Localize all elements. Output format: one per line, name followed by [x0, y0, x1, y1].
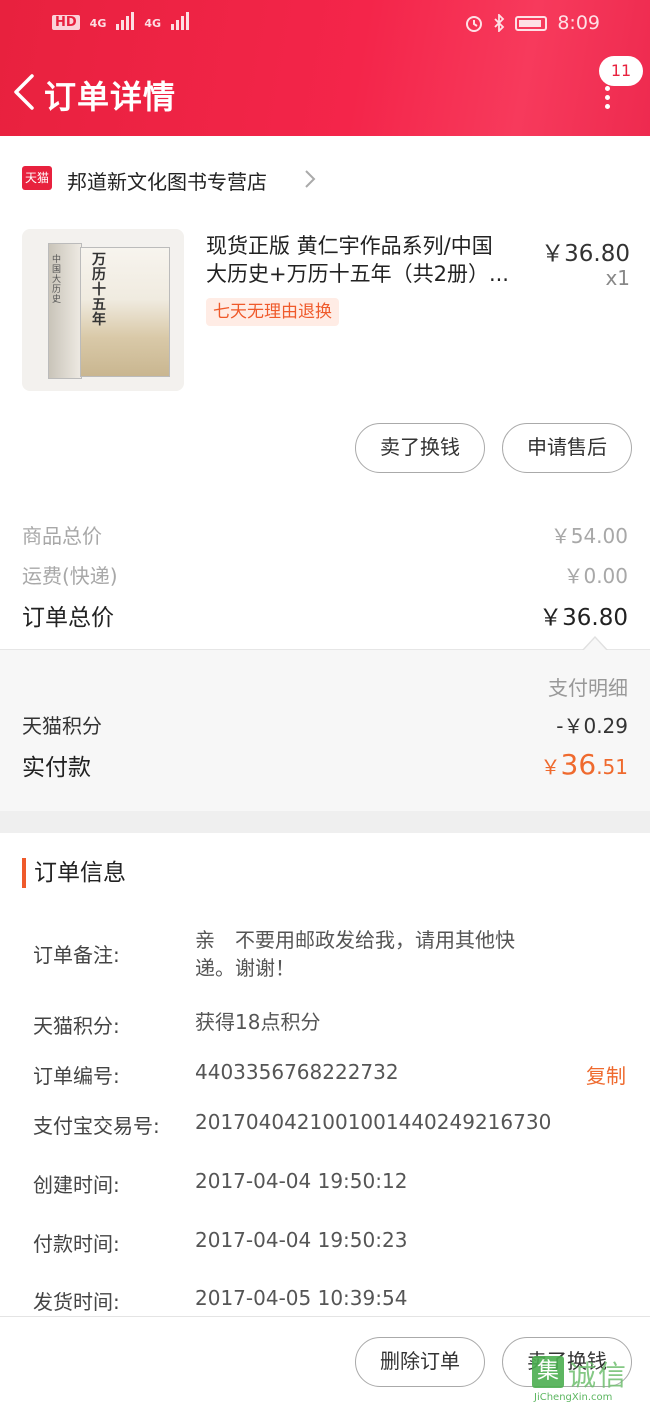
message-badge[interactable]: 11 [599, 56, 643, 86]
product-quantity: x1 [605, 266, 630, 290]
alarm-icon [466, 16, 483, 32]
paid-decimal: .51 [596, 755, 628, 779]
more-menu-icon[interactable] [600, 86, 614, 112]
delete-order-button[interactable]: 删除订单 [355, 1337, 485, 1387]
points-earned-label: 天猫积分: [33, 1014, 120, 1038]
product-title-line2: 大历史+万历十五年（共2册）... [206, 262, 509, 286]
watermark-mark: 集 [532, 1356, 564, 1388]
watermark-logo: 集 诚信 JiChengXin.com [532, 1352, 650, 1408]
book-cover-title: 万历十五年 [92, 252, 106, 328]
product-thumbnail[interactable]: 中国大历史 万历十五年 [22, 229, 184, 391]
battery-icon [515, 15, 548, 31]
goods-total-label: 商品总价 [22, 524, 102, 548]
points-deduction-value: -￥0.29 [556, 714, 628, 738]
product-price: ￥36.80 [541, 241, 630, 267]
product-title[interactable]: 现货正版 黄仁宇作品系列/中国 大历史+万历十五年（共2册）... [206, 232, 531, 288]
shipping-label: 运费(快递) [22, 564, 118, 588]
remark-label: 订单备注: [33, 943, 120, 967]
shop-name: 邦道新文化图书专营店 [67, 170, 267, 194]
status-time: 8:09 [557, 12, 600, 34]
status-bar: HD 4G 4G 8:09 [0, 10, 650, 40]
page-title: 订单详情 [44, 78, 177, 116]
alipay-trade-value: 2017040421001001440249216730 [195, 1110, 552, 1134]
alipay-trade-label: 支付宝交易号: [33, 1114, 160, 1138]
bluetooth-icon [494, 14, 505, 32]
chevron-right-icon [305, 170, 316, 188]
return-policy-tag: 七天无理由退换 [206, 298, 339, 326]
tmall-icon: 天猫 [22, 166, 52, 190]
created-time-value: 2017-04-04 19:50:12 [195, 1169, 408, 1193]
payment-detail-label: 支付明细 [548, 676, 628, 700]
after-sale-button[interactable]: 申请售后 [502, 423, 632, 473]
points-earned-value: 获得18点积分 [195, 1010, 321, 1034]
signal-icon-2 [171, 12, 190, 30]
goods-total-value: ￥54.00 [550, 524, 628, 548]
paid-time-value: 2017-04-04 19:50:23 [195, 1228, 408, 1252]
paid-integer: 36 [560, 748, 597, 781]
shipped-time-value: 2017-04-05 10:39:54 [195, 1286, 408, 1310]
order-number-label: 订单编号: [33, 1064, 120, 1088]
order-info-heading: 订单信息 [22, 858, 126, 888]
network-type: 4G [89, 17, 107, 30]
remark-line1: 亲 不要用邮政发给我，请用其他快 [195, 928, 515, 952]
order-number-value: 4403356768222732 [195, 1060, 399, 1084]
paid-currency: ￥ [540, 755, 561, 779]
copy-order-number-button[interactable]: 复制 [586, 1060, 626, 1089]
section-divider [0, 811, 650, 833]
sell-for-cash-button[interactable]: 卖了换钱 [355, 423, 485, 473]
signal-icon [116, 12, 135, 30]
network-type-2: 4G [144, 17, 162, 30]
order-total-value: ￥36.80 [539, 605, 628, 631]
actual-paid-label: 实付款 [22, 755, 91, 781]
order-total-label: 订单总价 [22, 605, 114, 631]
remark-line2: 递。谢谢！ [195, 956, 295, 980]
points-deduction-label: 天猫积分 [22, 714, 102, 738]
actual-paid-value: ￥36.51 [541, 748, 628, 781]
remark-value: 亲 不要用邮政发给我，请用其他快 递。谢谢！ [195, 926, 515, 982]
watermark-text: 诚信 [568, 1359, 629, 1392]
hd-indicator: HD [52, 15, 80, 30]
watermark-url: JiChengXin.com [534, 1392, 613, 1403]
product-title-line1: 现货正版 黄仁宇作品系列/中国 [206, 234, 493, 258]
shop-row[interactable]: 天猫 邦道新文化图书专营店 [0, 160, 650, 200]
caret-up-icon [582, 636, 608, 651]
back-arrow-icon[interactable] [10, 70, 40, 114]
created-time-label: 创建时间: [33, 1173, 120, 1197]
book-spine-text: 中国大历史 [52, 255, 62, 305]
paid-time-label: 付款时间: [33, 1232, 120, 1256]
shipped-time-label: 发货时间: [33, 1290, 120, 1314]
header-bar: HD 4G 4G 8:09 订单详情 11 [0, 0, 650, 136]
shipping-value: ￥0.00 [563, 564, 628, 588]
